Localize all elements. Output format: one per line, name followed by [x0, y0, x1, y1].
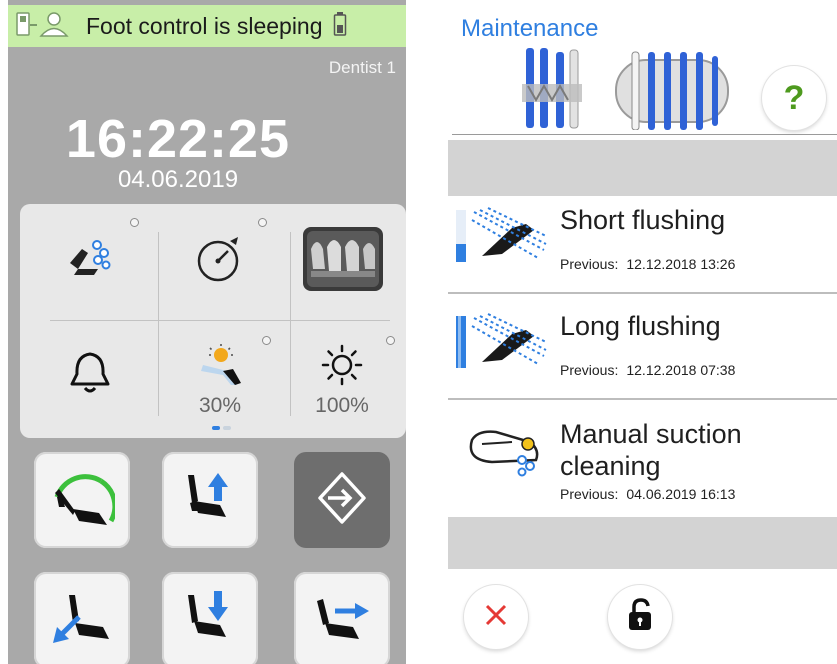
active-user[interactable]: Dentist 1: [329, 58, 396, 78]
item-title: Long flushing: [560, 311, 721, 341]
chair-program-icon: [49, 467, 118, 534]
battery-icon: [333, 11, 347, 42]
indicator-dot: [258, 218, 267, 227]
hose-holder-icon: [614, 50, 732, 135]
long-flushing-icon: [452, 312, 548, 377]
chair-down-button[interactable]: [162, 572, 258, 664]
item-title-line2: cleaning: [560, 451, 661, 481]
chair-down-icon: [180, 587, 240, 654]
dental-light-button[interactable]: 30%: [180, 338, 260, 422]
indicator-dot: [262, 336, 271, 345]
grid-divider: [290, 232, 291, 416]
help-button[interactable]: ?: [762, 66, 826, 130]
light-dim-value: 30%: [198, 393, 242, 417]
call-assistant-button[interactable]: [50, 336, 130, 414]
page-indicator: [212, 426, 231, 430]
item-title: Short flushing: [560, 205, 726, 235]
chair-back-down-button[interactable]: [34, 572, 130, 664]
unlock-button[interactable]: [608, 585, 672, 649]
status-text: Foot control is sleeping: [86, 12, 323, 39]
brightness-button[interactable]: 100%: [302, 338, 382, 422]
login-icon: [314, 470, 370, 531]
chair-back-down-icon: [49, 587, 115, 654]
maintenance-item-long-flushing[interactable]: Long flushing Previous: 12.12.2018 07:38: [448, 304, 837, 400]
page-title: Maintenance: [461, 15, 599, 42]
grid-divider: [158, 232, 159, 416]
chair-back-up-icon: [309, 587, 375, 654]
xray-viewer-button[interactable]: [298, 222, 388, 300]
instrument-spray-icon: [64, 235, 116, 288]
maintenance-panel: Maintenance ? Short flushing Previous: 1…: [448, 0, 837, 664]
instrument-holder-icon: [522, 46, 586, 137]
chair-up-icon: [180, 467, 240, 534]
header-divider: [452, 134, 837, 135]
instrument-spray-button[interactable]: [50, 222, 130, 300]
login-button[interactable]: [294, 452, 390, 548]
help-icon: ?: [783, 78, 805, 117]
dental-light-dim-icon: [197, 343, 243, 392]
item-title-line1: Manual suction: [560, 419, 742, 449]
status-bar: Foot control is sleeping: [8, 5, 406, 47]
timer-icon: [194, 233, 246, 290]
indicator-dot: [386, 336, 395, 345]
indicator-dot: [130, 218, 139, 227]
close-button[interactable]: [464, 585, 528, 649]
grid-divider: [50, 320, 390, 321]
bell-icon: [68, 350, 112, 401]
page-dot: [223, 426, 231, 430]
brightness-icon: [320, 343, 364, 392]
maintenance-item-short-flushing[interactable]: Short flushing Previous: 12.12.2018 13:26: [448, 198, 837, 294]
clock-time: 16:22:25: [65, 109, 291, 169]
clock-date: 04.06.2019: [117, 166, 239, 193]
chair-program-button[interactable]: [34, 452, 130, 548]
page-dot-active: [212, 426, 220, 430]
item-previous: Previous: 12.12.2018 13:26: [560, 256, 736, 272]
short-flushing-icon: [452, 206, 548, 271]
maintenance-item-manual-suction-cleaning[interactable]: Manual suction cleaning Previous: 04.06.2…: [448, 410, 837, 516]
suction-cleaning-icon: [452, 420, 548, 485]
close-icon: [483, 602, 509, 633]
spacer-bar: [448, 517, 837, 569]
unlock-icon: [626, 597, 654, 638]
xray-image-icon: [303, 226, 383, 296]
brightness-value: 100%: [315, 393, 369, 417]
item-title: Manual suction cleaning: [560, 418, 742, 482]
chair-up-button[interactable]: [162, 452, 258, 548]
user-icon: [38, 11, 70, 42]
unit-control-panel: Foot control is sleeping Dentist 1 16:22…: [8, 0, 406, 664]
chair-back-up-button[interactable]: [294, 572, 390, 664]
quick-access-panel: 30% 100%: [20, 204, 406, 438]
item-previous: Previous: 04.06.2019 16:13: [560, 486, 736, 502]
spacer-bar: [448, 140, 837, 196]
foot-control-icon: [16, 11, 38, 42]
item-previous: Previous: 12.12.2018 07:38: [560, 362, 736, 378]
timer-button[interactable]: [180, 222, 260, 300]
